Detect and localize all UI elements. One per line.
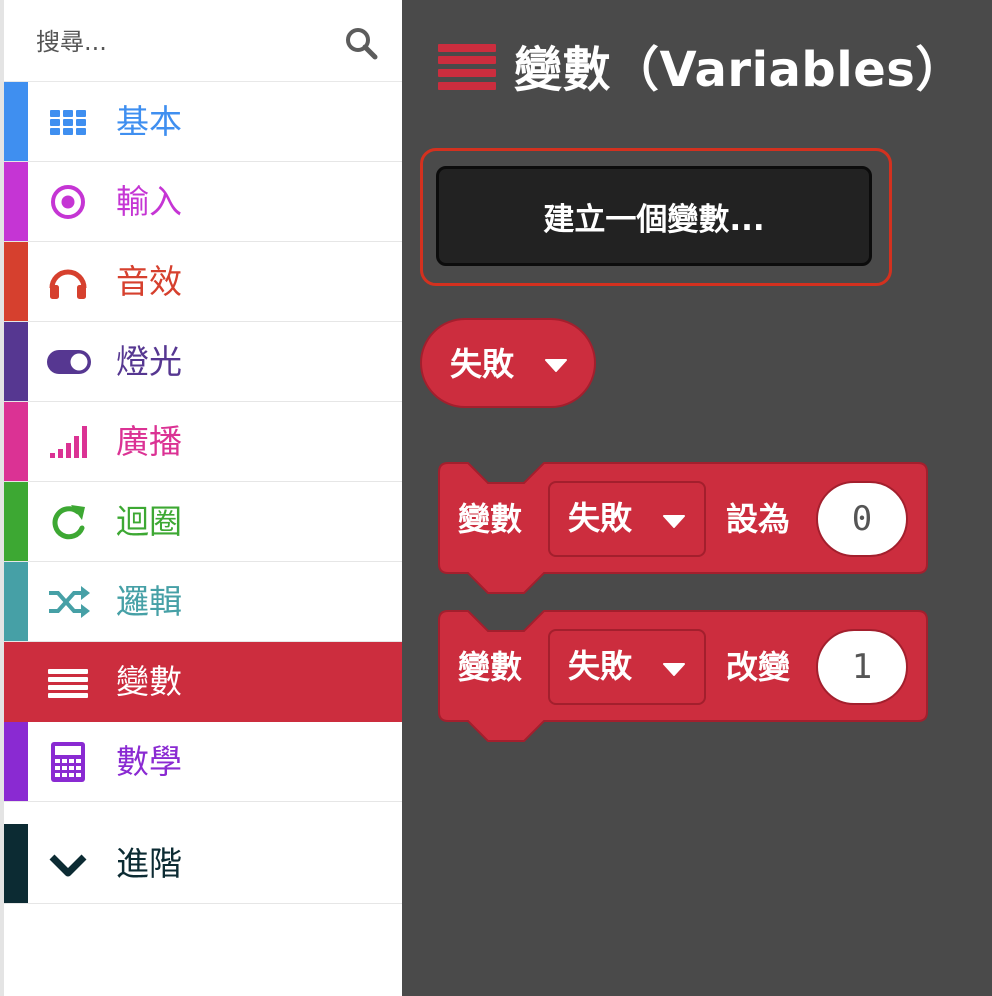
variable-dropdown[interactable]: 失敗 [548, 629, 706, 705]
category-color-bar [4, 242, 28, 321]
value-input[interactable]: 1 [816, 629, 908, 705]
search-icon[interactable] [344, 26, 378, 60]
category-color-bar [4, 162, 28, 241]
category-label: 輸入 [116, 182, 182, 221]
calculator-icon [51, 742, 85, 782]
chevron-down-icon [49, 854, 87, 877]
target-icon [51, 185, 85, 219]
category-label: 邏輯 [116, 582, 182, 621]
category-label: 燈光 [116, 342, 182, 381]
category-input[interactable]: 輸入 [4, 162, 402, 242]
category-label: 音效 [116, 262, 182, 301]
toolbox-sidebar: 基本 輸入 音效 燈光 [0, 0, 402, 996]
caret-down-icon[interactable] [544, 358, 568, 372]
variable-reporter-block[interactable]: 失敗 [420, 318, 596, 408]
category-label: 基本 [116, 102, 182, 141]
toggle-icon [47, 350, 91, 374]
search-bar [4, 0, 402, 82]
category-basic[interactable]: 基本 [4, 82, 402, 162]
category-label: 迴圈 [116, 502, 182, 541]
grid-icon [50, 110, 86, 135]
category-color-bar [4, 482, 28, 561]
category-color-bar [4, 722, 28, 801]
category-logic[interactable]: 邏輯 [4, 562, 402, 642]
category-color-bar [4, 824, 28, 903]
dropdown-value: 失敗 [568, 499, 633, 537]
category-loops[interactable]: 迴圈 [4, 482, 402, 562]
category-color-bar [4, 82, 28, 161]
search-input[interactable] [36, 22, 326, 62]
category-variables[interactable]: 變數 [4, 642, 402, 722]
refresh-icon [52, 505, 85, 540]
menu-lines-icon [438, 44, 496, 90]
dropdown-value: 失敗 [568, 647, 633, 685]
category-color-bar [4, 402, 28, 481]
block-action: 設為 [726, 500, 791, 538]
category-color-bar [4, 562, 28, 641]
shuffle-icon [49, 586, 90, 618]
block-prefix: 變數 [458, 500, 523, 538]
category-label: 數學 [116, 742, 182, 781]
category-advanced[interactable]: 進階 [4, 824, 402, 904]
set-variable-block[interactable]: 變數 失敗 設為 0 [438, 462, 928, 594]
variable-dropdown[interactable]: 失敗 [548, 481, 706, 557]
signal-bars-icon [50, 426, 87, 458]
category-math[interactable]: 數學 [4, 722, 402, 802]
value-input[interactable]: 0 [816, 481, 908, 557]
variables-flyout: 變數（Variables） 建立一個變數... 失敗 變數 失敗 設為 0 變數… [402, 0, 992, 996]
category-color-bar [4, 322, 28, 401]
category-music[interactable]: 音效 [4, 242, 402, 322]
change-variable-block[interactable]: 變數 失敗 改變 1 [438, 610, 928, 742]
caret-down-icon [663, 515, 685, 528]
caret-down-icon [663, 663, 685, 676]
category-label: 變數 [116, 662, 182, 701]
headphones-icon [49, 269, 87, 299]
block-action: 改變 [726, 648, 791, 686]
menu-lines-icon [48, 669, 88, 698]
category-label: 進階 [116, 844, 182, 883]
create-variable-button[interactable]: 建立一個變數... [436, 166, 872, 266]
category-radio[interactable]: 廣播 [4, 402, 402, 482]
category-label: 廣播 [116, 422, 182, 461]
flyout-title: 變數（Variables） [514, 42, 964, 98]
category-led[interactable]: 燈光 [4, 322, 402, 402]
variable-name: 失敗 [450, 345, 515, 383]
block-prefix: 變數 [458, 648, 523, 686]
